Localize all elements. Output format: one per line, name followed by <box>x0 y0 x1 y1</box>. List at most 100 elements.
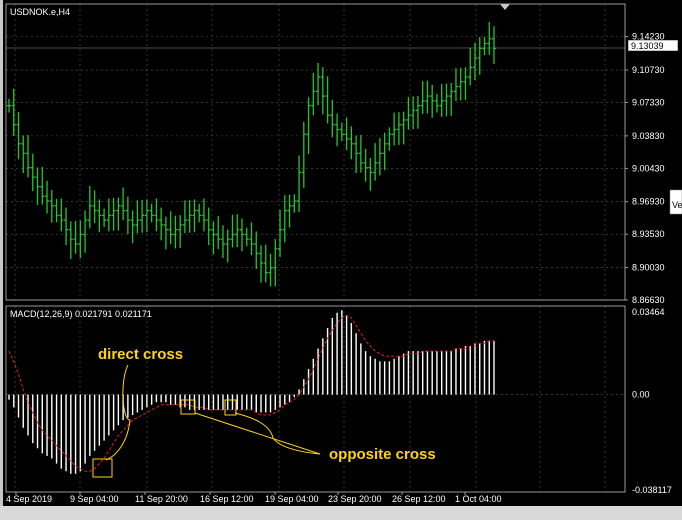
side-tab-label: Ve <box>672 200 682 210</box>
price-bar <box>449 83 454 116</box>
price-bar <box>102 208 107 228</box>
price-bar <box>468 47 473 86</box>
price-bar <box>358 135 363 173</box>
price-tick-label: 9.03830 <box>632 131 665 141</box>
price-bar <box>173 215 178 249</box>
time-tick-label: 16 Sep 12:00 <box>200 494 254 504</box>
price-bar <box>306 97 311 155</box>
price-tick-label: 9.07330 <box>632 97 665 107</box>
price-bar <box>444 83 449 117</box>
macd-tick-label: 0.03464 <box>632 307 665 317</box>
price-bar <box>339 122 344 142</box>
chart-canvas[interactable]: USDNOK.e,H4 MACD(12,26,9) 0.021791 0.021… <box>0 0 682 520</box>
current-price-value: 9.13039 <box>631 41 664 51</box>
price-bar <box>335 113 340 147</box>
price-bar <box>311 72 316 116</box>
price-tick-label: 8.90030 <box>632 263 665 273</box>
price-bar <box>216 216 221 249</box>
price-bar <box>330 99 335 138</box>
price-bar <box>259 245 264 283</box>
price-axis[interactable]: 9.142309.107309.073309.038309.004308.969… <box>625 32 665 305</box>
price-bar <box>206 207 211 246</box>
price-bar <box>40 166 45 205</box>
macd-axis[interactable]: 0.03464 0.00 -0.038117 <box>632 307 672 495</box>
price-bar <box>187 199 192 233</box>
price-bar <box>363 148 368 182</box>
time-tick-label: 1 Oct 04:00 <box>455 494 502 504</box>
price-bar <box>430 84 435 118</box>
price-bar <box>73 220 78 254</box>
price-bar <box>235 214 240 248</box>
price-bar <box>144 199 149 233</box>
price-bar <box>182 200 187 234</box>
price-bar <box>111 197 116 231</box>
price-bar <box>135 200 140 234</box>
price-bar <box>263 244 268 283</box>
price-tick-label: 8.86630 <box>632 295 665 305</box>
price-bar <box>463 67 468 101</box>
price-bar <box>368 157 373 191</box>
time-tick-label: 9 Sep 04:00 <box>70 494 119 504</box>
current-price-tag: 9.13039 <box>627 39 679 52</box>
price-bar <box>149 203 154 223</box>
price-bar <box>168 211 173 245</box>
price-bar <box>492 26 496 64</box>
price-bar <box>154 198 159 232</box>
price-tick-label: 9.00430 <box>632 163 665 173</box>
price-bar <box>297 155 302 213</box>
price-bar <box>130 210 135 244</box>
shift-marker-icon[interactable] <box>500 4 510 10</box>
price-bar <box>54 198 59 223</box>
opposite-cross-label: opposite cross <box>329 446 436 463</box>
price-bar <box>30 153 35 192</box>
price-bar <box>83 210 88 253</box>
price-bar <box>220 225 225 259</box>
price-bar <box>273 239 278 287</box>
price-bar <box>64 207 69 246</box>
opposite-cross-pointer-2 <box>234 412 321 455</box>
price-bar <box>35 167 40 206</box>
price-bar <box>87 186 92 229</box>
price-bar <box>439 83 444 117</box>
price-bar <box>159 207 164 241</box>
price-bar <box>254 231 259 269</box>
opposite-cross-marker-2 <box>224 399 237 416</box>
price-tick-label: 8.93530 <box>632 229 665 239</box>
price-bar-series <box>7 21 496 287</box>
price-bar <box>140 199 145 233</box>
price-bar <box>239 218 244 252</box>
price-bar <box>121 187 126 221</box>
side-tab[interactable]: Ve <box>669 189 682 215</box>
opposite-cross-annotation: opposite cross <box>180 399 436 463</box>
price-bar <box>292 194 297 213</box>
price-bar <box>392 112 397 146</box>
price-bar <box>92 190 97 224</box>
price-bar <box>396 112 401 145</box>
price-bar <box>477 37 482 75</box>
price-bar <box>106 198 111 232</box>
price-pane-frame <box>5 3 626 301</box>
time-tick-label: 19 Sep 04:00 <box>265 494 319 504</box>
indicator-title: MACD(12,26,9) 0.021791 0.021171 <box>10 309 152 319</box>
price-bar <box>125 196 130 235</box>
price-bar <box>373 143 378 181</box>
time-axis[interactable]: 4 Sep 2019 9 Sep 04:00 11 Sep 20:00 16 Sep … <box>6 492 502 504</box>
price-bar <box>354 135 359 174</box>
price-tick-label: 9.10730 <box>632 65 665 75</box>
price-bar <box>21 135 26 174</box>
price-bar <box>434 93 439 113</box>
price-bar <box>282 195 287 243</box>
price-bar <box>401 111 406 145</box>
price-bar <box>278 209 283 258</box>
price-bar <box>268 253 273 287</box>
time-tick-label: 26 Sep 12:00 <box>392 494 446 504</box>
price-bar <box>287 194 292 228</box>
time-tick-label: 23 Sep 20:00 <box>328 494 382 504</box>
symbol-title: USDNOK.e,H4 <box>10 7 70 17</box>
price-bar <box>192 199 197 233</box>
price-bar <box>387 127 392 151</box>
price-bar <box>482 36 487 56</box>
price-bar <box>349 126 354 160</box>
price-bar <box>415 95 420 129</box>
price-tick-label: 8.96930 <box>632 197 665 207</box>
